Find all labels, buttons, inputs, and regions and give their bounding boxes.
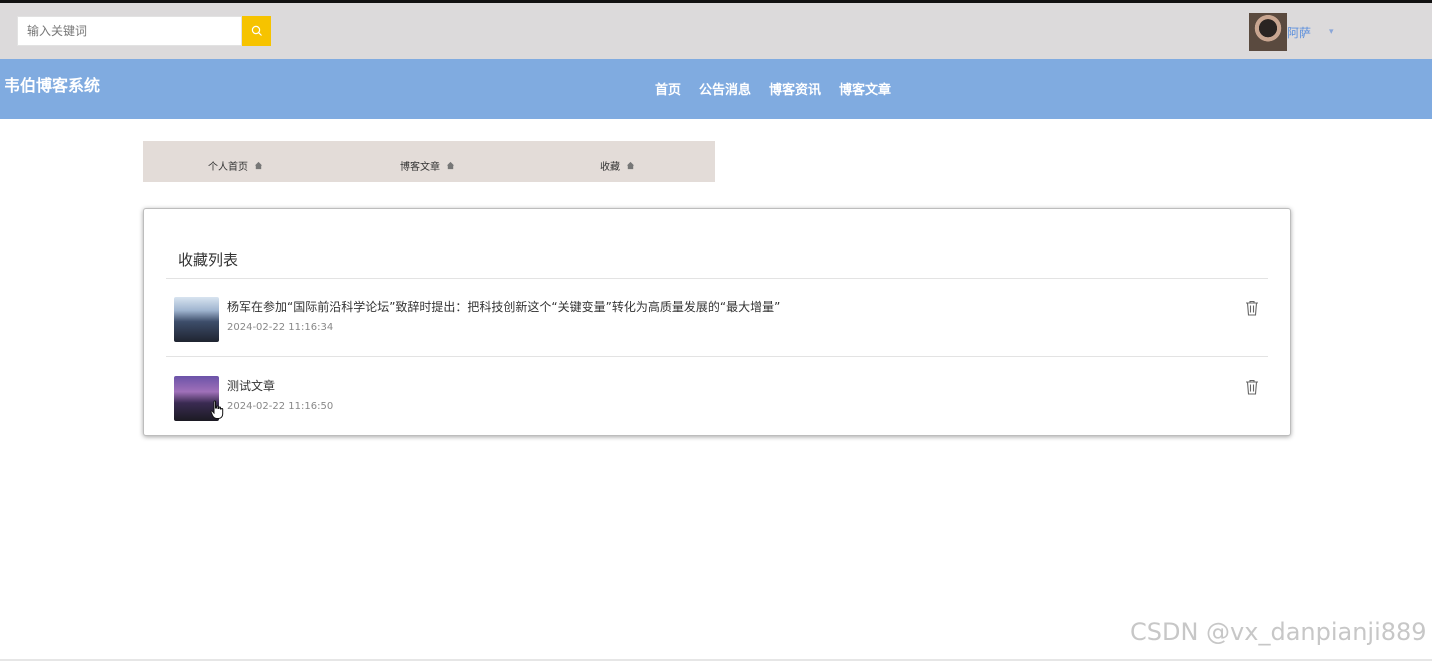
search-box — [17, 16, 271, 46]
main-navbar: 韦伯博客系统 首页 公告消息 博客资讯 博客文章 — [0, 59, 1432, 119]
divider — [166, 278, 1268, 279]
personal-subnav: 个人首页 博客文章 收藏 — [143, 141, 715, 182]
search-button[interactable] — [242, 16, 271, 46]
user-name[interactable]: 阿萨 — [1287, 24, 1311, 41]
watermark: CSDN @vx_danpianji889 — [1130, 618, 1427, 646]
trash-icon[interactable] — [1245, 379, 1259, 395]
subnav-item-favorites[interactable]: 收藏 — [600, 158, 635, 173]
chevron-down-icon[interactable]: ▾ — [1329, 27, 1334, 37]
favorites-card: 收藏列表 杨军在参加“国际前沿科学论坛”致辞时提出：把科技创新这个“关键变量”转… — [143, 208, 1291, 436]
home-icon — [446, 161, 455, 170]
subnav-item-label: 收藏 — [600, 162, 620, 173]
subnav-item-personal-home[interactable]: 个人首页 — [208, 158, 263, 173]
divider — [166, 356, 1268, 357]
trash-icon[interactable] — [1245, 300, 1259, 316]
avatar[interactable] — [1249, 13, 1287, 51]
home-icon — [254, 161, 263, 170]
hand-cursor-icon — [210, 400, 224, 419]
nav-blog-news[interactable]: 博客资讯 — [769, 79, 821, 98]
site-brand[interactable]: 韦伯博客系统 — [4, 72, 100, 96]
favorites-title: 收藏列表 — [178, 251, 239, 269]
list-item: 杨军在参加“国际前沿科学论坛”致辞时提出：把科技创新这个“关键变量”转化为高质量… — [174, 297, 1274, 343]
subnav-item-label: 博客文章 — [400, 162, 440, 173]
main-nav: 首页 公告消息 博客资讯 博客文章 — [655, 79, 891, 98]
subnav-item-blog-articles[interactable]: 博客文章 — [400, 158, 455, 173]
subnav-item-label: 个人首页 — [208, 162, 248, 173]
article-title[interactable]: 杨军在参加“国际前沿科学论坛”致辞时提出：把科技创新这个“关键变量”转化为高质量… — [227, 298, 780, 315]
article-time: 2024-02-22 11:16:34 — [227, 322, 334, 333]
top-bar: 阿萨 ▾ — [0, 3, 1432, 59]
article-title[interactable]: 测试文章 — [227, 377, 275, 394]
user-menu[interactable]: 阿萨 ▾ — [1249, 13, 1334, 51]
nav-blog-articles[interactable]: 博客文章 — [839, 79, 891, 98]
article-thumbnail[interactable] — [174, 297, 219, 342]
article-time: 2024-02-22 11:16:50 — [227, 401, 334, 412]
home-icon — [626, 161, 635, 170]
search-input[interactable] — [17, 16, 242, 46]
nav-home[interactable]: 首页 — [655, 79, 681, 98]
search-icon — [251, 25, 262, 36]
nav-announcements[interactable]: 公告消息 — [699, 79, 751, 98]
list-item: 测试文章 2024-02-22 11:16:50 — [174, 376, 1274, 422]
